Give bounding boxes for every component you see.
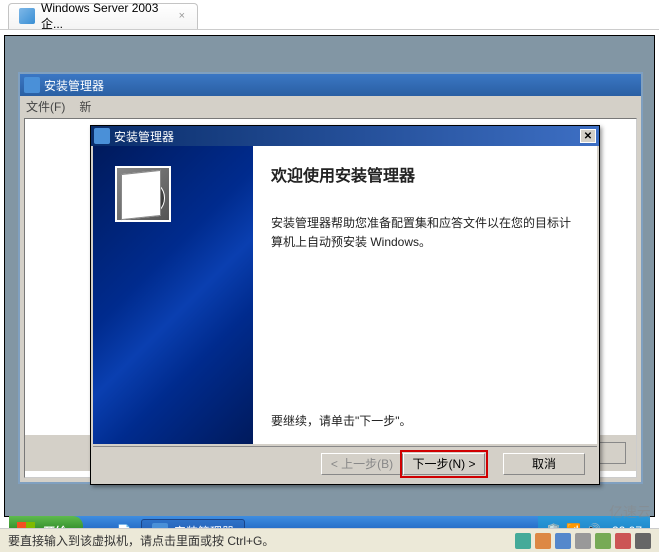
sb-icon-5[interactable] [595,533,611,549]
wizard-dialog: 安装管理器 ✕ 欢迎使用安装管理器 安装管理器帮助您准备配置集和应答文件以在您的… [90,125,600,485]
vm-statusbar: 要直接输入到该虚拟机，请点击里面或按 Ctrl+G。 [0,528,659,552]
wizard-side-panel [93,146,253,444]
parent-titlebar[interactable]: 安装管理器 [20,74,641,96]
statusbar-hint: 要直接输入到该虚拟机，请点击里面或按 Ctrl+G。 [8,532,274,549]
sb-icon-4[interactable] [575,533,591,549]
app-icon [24,77,40,93]
tab-favicon-icon [19,8,35,24]
wizard-app-icon [94,128,110,144]
menu-partial[interactable]: 新 [79,98,91,115]
next-button[interactable]: 下一步(N) > [403,453,485,475]
browser-tab[interactable]: Windows Server 2003 企... × [8,3,198,29]
watermark: 亿速云 [609,502,651,522]
vm-desktop: 安装管理器 文件(F) 新 步(N) > 安装管理器 ✕ 欢迎使用安装 [4,35,655,517]
browser-tab-bar: Windows Server 2003 企... × [0,0,659,30]
wizard-button-row: < 上一步(B) 下一步(N) > 取消 [93,446,597,480]
menu-file[interactable]: 文件(F) [26,98,65,115]
parent-title-text: 安装管理器 [44,77,104,94]
statusbar-icons [515,533,651,549]
sb-icon-7[interactable] [635,533,651,549]
sb-icon-3[interactable] [555,533,571,549]
sb-icon-6[interactable] [615,533,631,549]
cancel-button[interactable]: 取消 [503,453,585,475]
wizard-content: 欢迎使用安装管理器 安装管理器帮助您准备配置集和应答文件以在您的目标计算机上自动… [253,146,597,444]
setup-disc-icon [115,166,171,222]
wizard-title-text: 安装管理器 [114,128,174,145]
wizard-body: 欢迎使用安装管理器 安装管理器帮助您准备配置集和应答文件以在您的目标计算机上自动… [93,146,597,444]
wizard-continue-hint: 要继续，请单击"下一步"。 [271,412,573,431]
wizard-titlebar[interactable]: 安装管理器 ✕ [91,126,599,146]
wizard-description: 安装管理器帮助您准备配置集和应答文件以在您的目标计算机上自动预安装 Window… [271,214,573,252]
tab-title: Windows Server 2003 企... [41,1,163,32]
close-icon[interactable]: ✕ [580,129,596,143]
tab-close-icon[interactable]: × [177,10,187,22]
back-button: < 上一步(B) [321,453,403,475]
wizard-heading: 欢迎使用安装管理器 [271,162,573,186]
parent-menubar[interactable]: 文件(F) 新 [20,96,641,116]
sb-icon-1[interactable] [515,533,531,549]
sb-icon-2[interactable] [535,533,551,549]
